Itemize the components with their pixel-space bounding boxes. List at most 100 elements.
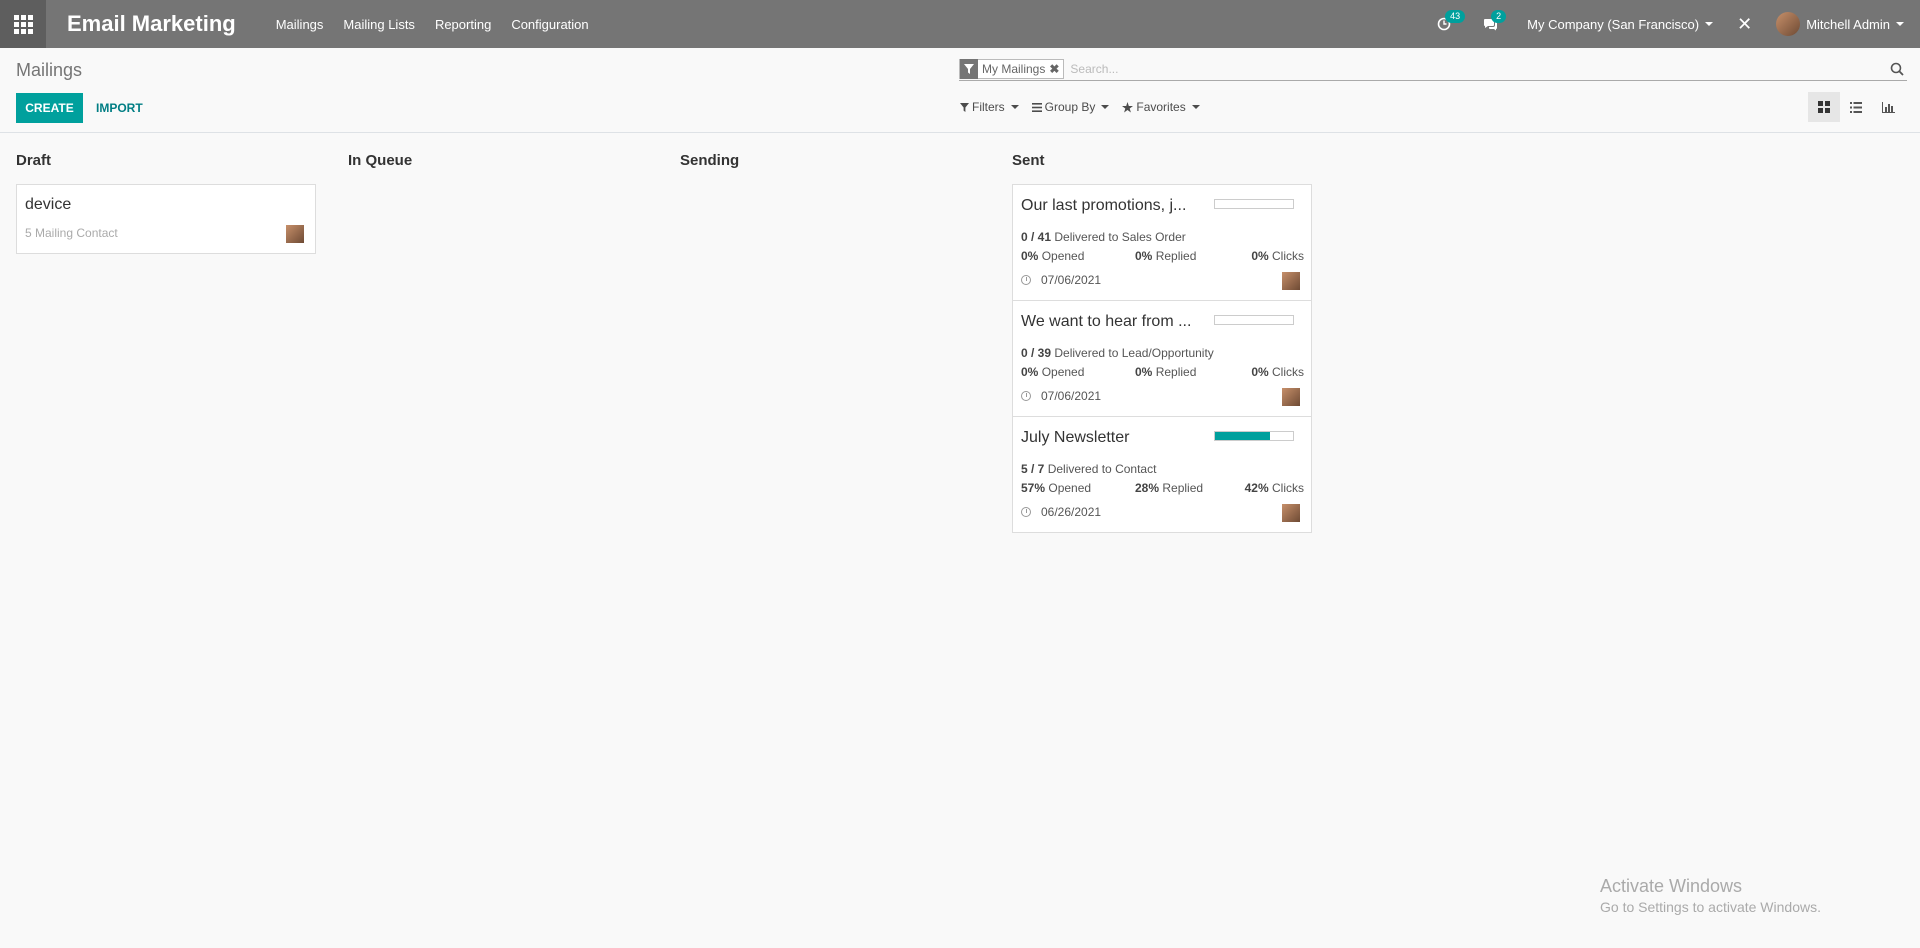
windows-activation-watermark: Activate Windows Go to Settings to activ… <box>1600 876 1821 915</box>
search-options: Filters Group By Favorites <box>960 100 1213 114</box>
message-count-badge: 2 <box>1491 10 1507 23</box>
opened-value: 57% <box>1021 481 1046 495</box>
search-input[interactable] <box>1070 59 1887 79</box>
search-icon[interactable] <box>1887 59 1907 79</box>
clicks-label: Clicks <box>1272 365 1304 379</box>
list-view-button[interactable] <box>1840 92 1872 122</box>
company-name: My Company (San Francisco) <box>1527 16 1700 32</box>
delivered-count: 0 / 41 <box>1021 230 1052 244</box>
activity-count-badge: 43 <box>1445 10 1466 23</box>
card-title: device <box>25 196 72 213</box>
menu-item-reporting[interactable]: Reporting <box>435 17 491 32</box>
card-title: July Newsletter <box>1021 429 1130 446</box>
search-facet: My Mailings ✖ <box>959 59 1065 79</box>
avatar <box>1281 271 1301 291</box>
date-value: 07/06/2021 <box>1041 273 1102 287</box>
replied-label: Replied <box>1162 481 1204 495</box>
avatar <box>1281 387 1301 407</box>
import-button[interactable]: IMPORT <box>96 93 143 123</box>
replied-value: 28% <box>1135 481 1160 495</box>
replied-stat: 0% Replied <box>1135 365 1196 379</box>
opened-stat: 0% Opened <box>1021 249 1084 263</box>
card-title: We want to hear from ... <box>1021 313 1192 330</box>
chevron-down-icon <box>1896 22 1904 26</box>
menu-item-configuration[interactable]: Configuration <box>511 17 588 32</box>
menu-item-mailing-lists[interactable]: Mailing Lists <box>343 17 415 32</box>
opened-label: Opened <box>1048 481 1092 495</box>
bars-icon <box>1031 102 1042 112</box>
search-bar: My Mailings ✖ <box>959 58 1907 81</box>
top-navbar: Email Marketing Mailings Mailing Lists R… <box>0 0 1920 48</box>
remove-facet-icon[interactable]: ✖ <box>1049 62 1063 76</box>
clock-icon <box>1021 275 1031 285</box>
delivered-target: Delivered to Lead/Opportunity <box>1054 346 1214 360</box>
column-title: Sent <box>1012 152 1045 169</box>
star-icon <box>1122 101 1134 113</box>
replied-label: Replied <box>1155 249 1197 263</box>
systray: 43 2 My Company (San Francisco) ✕ Mitche… <box>1435 0 1920 48</box>
kanban-icon <box>1818 101 1830 113</box>
progress-bar <box>1214 199 1294 209</box>
control-panel: Mailings CREATE IMPORT My Mailings ✖ Fil… <box>0 48 1920 133</box>
breadcrumb: Mailings <box>16 60 83 80</box>
kanban-card[interactable]: device 5 Mailing Contact <box>16 184 316 254</box>
kanban-view-button[interactable] <box>1808 92 1840 122</box>
company-switcher[interactable]: My Company (San Francisco) <box>1527 16 1714 32</box>
kanban-card[interactable]: July Newsletter 5 / 7 Delivered to Conta… <box>1012 416 1312 533</box>
delivered-target: Delivered to Contact <box>1047 462 1157 476</box>
replied-value: 0% <box>1135 365 1153 379</box>
kanban-card[interactable]: Our last promotions, j... 0 / 41 Deliver… <box>1012 184 1312 301</box>
search-facet-label: My Mailings <box>982 62 1046 76</box>
date-value: 06/26/2021 <box>1041 505 1102 519</box>
messaging-button[interactable]: 2 <box>1481 10 1507 33</box>
date-value: 07/06/2021 <box>1041 389 1102 403</box>
replied-stat: 0% Replied <box>1135 249 1196 263</box>
clicks-stat: 0% Clicks <box>1251 249 1304 263</box>
card-date: 07/06/2021 <box>1021 273 1101 287</box>
clicks-value: 0% <box>1251 365 1269 379</box>
filter-icon <box>960 102 969 112</box>
progress-fill <box>1215 432 1271 440</box>
kanban-card[interactable]: We want to hear from ... 0 / 39 Delivere… <box>1012 300 1312 417</box>
chevron-down-icon <box>1010 105 1019 109</box>
filter-icon <box>960 59 978 79</box>
favorites-dropdown[interactable]: Favorites <box>1122 100 1200 114</box>
column-title: Sending <box>680 152 740 169</box>
opened-value: 0% <box>1021 365 1039 379</box>
card-date: 07/06/2021 <box>1021 389 1101 403</box>
watermark-title: Activate Windows <box>1600 876 1743 896</box>
card-date: 06/26/2021 <box>1021 505 1101 519</box>
user-menu[interactable]: Mitchell Admin <box>1776 12 1904 36</box>
kanban-view: Draft device 5 Mailing Contact In Queue … <box>0 134 1920 948</box>
filters-dropdown[interactable]: Filters <box>960 100 1019 114</box>
create-button[interactable]: CREATE <box>16 93 83 123</box>
column-title: In Queue <box>348 152 413 169</box>
card-title: Our last promotions, j... <box>1021 197 1187 214</box>
menu-item-mailings[interactable]: Mailings <box>276 17 324 32</box>
apps-grid-icon <box>13 14 33 34</box>
user-name: Mitchell Admin <box>1806 16 1890 32</box>
column-title: Draft <box>16 152 52 169</box>
opened-label: Opened <box>1041 249 1085 263</box>
graph-view-button[interactable] <box>1872 92 1904 122</box>
progress-bar <box>1214 431 1294 441</box>
clicks-value: 42% <box>1244 481 1269 495</box>
replied-label: Replied <box>1155 365 1197 379</box>
delivered-target: Delivered to Sales Order <box>1054 230 1186 244</box>
filters-label: Filters <box>972 100 1005 114</box>
group-by-dropdown[interactable]: Group By <box>1031 100 1110 114</box>
clock-icon <box>1021 391 1031 401</box>
chevron-down-icon <box>1101 105 1110 109</box>
clock-icon <box>1021 507 1031 517</box>
close-icon[interactable]: ✕ <box>1737 14 1752 35</box>
activity-button[interactable]: 43 <box>1435 10 1466 33</box>
apps-menu-button[interactable] <box>0 0 46 48</box>
favorites-label: Favorites <box>1136 100 1186 114</box>
bar-chart-icon <box>1881 101 1895 113</box>
list-icon <box>1850 101 1862 113</box>
avatar <box>1776 12 1801 36</box>
main-menu: Mailings Mailing Lists Reporting Configu… <box>276 17 609 32</box>
clicks-value: 0% <box>1251 249 1269 263</box>
avatar <box>1281 503 1301 523</box>
opened-stat: 0% Opened <box>1021 365 1084 379</box>
